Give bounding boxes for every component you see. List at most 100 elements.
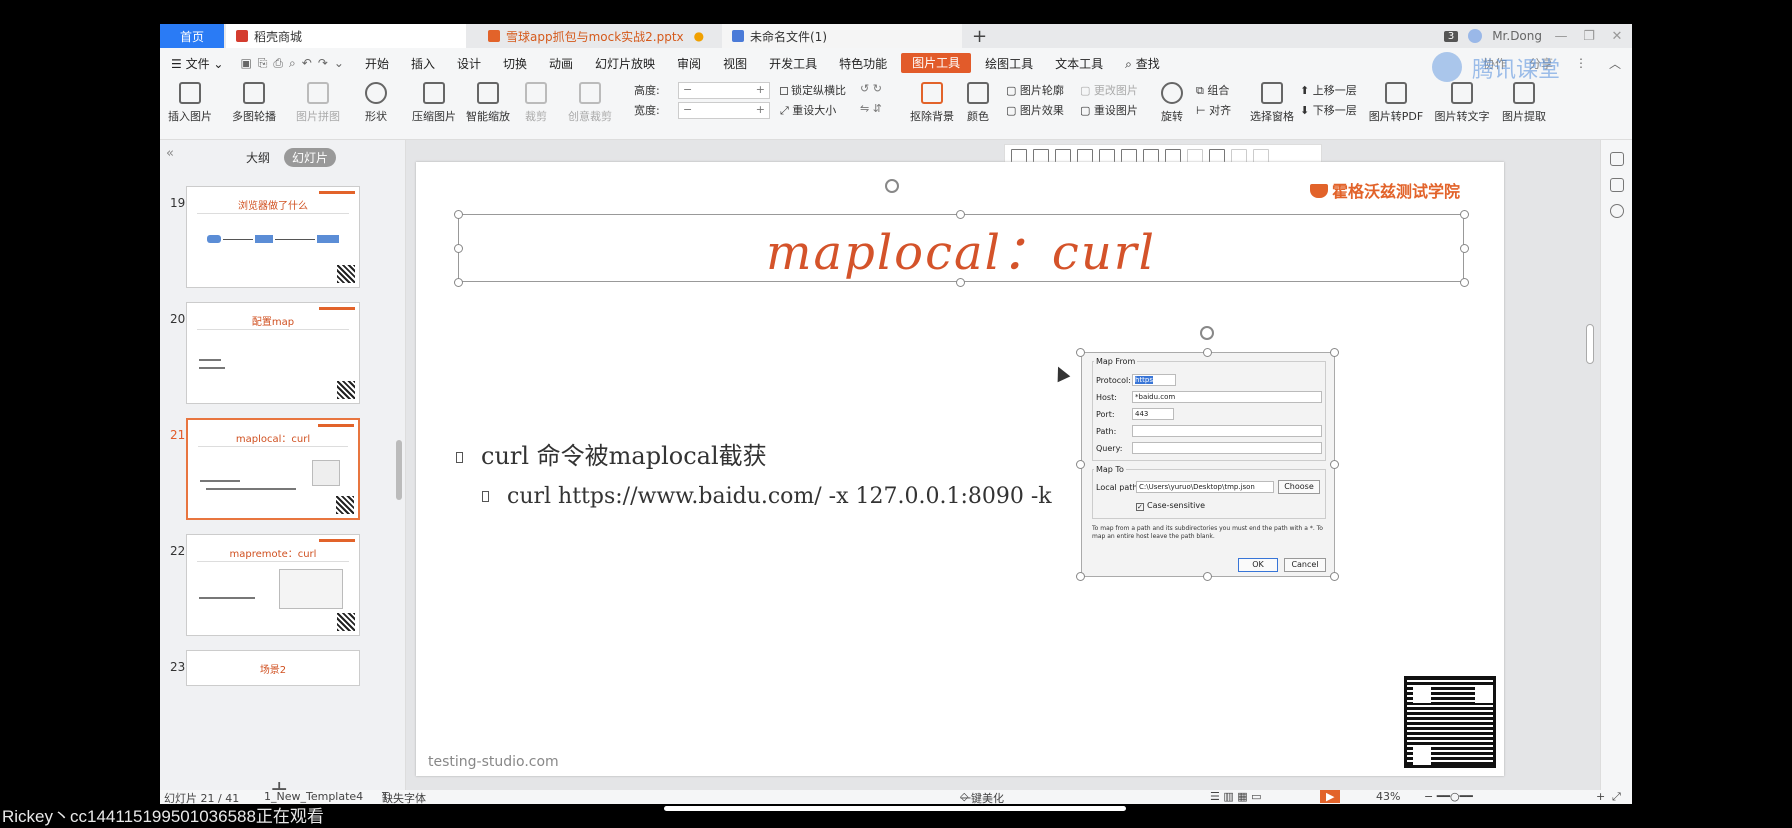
crop-button[interactable]: 裁剪: [516, 82, 556, 124]
menu-start[interactable]: 开始: [354, 55, 400, 72]
resize-handle[interactable]: [1330, 348, 1339, 357]
choose-button[interactable]: Choose: [1278, 480, 1320, 494]
search-box[interactable]: ⌕ 查找: [1114, 55, 1171, 72]
dialog-rotate-handle-icon[interactable]: [1200, 326, 1214, 340]
customize-icon[interactable]: ⌄: [334, 56, 344, 71]
export-pdf-icon[interactable]: ⎘: [258, 56, 268, 71]
tab-store[interactable]: 稻壳商城: [226, 24, 466, 48]
avatar[interactable]: [1468, 29, 1483, 43]
local-path-field[interactable]: C:\Users\yuruo\Desktop\tmp.json: [1136, 481, 1274, 493]
combine-button[interactable]: ⧉ 组合: [1196, 82, 1229, 98]
resize-handle[interactable]: [1203, 572, 1212, 581]
color-button[interactable]: 颜色: [956, 82, 1000, 124]
rotate-left-icon[interactable]: ↺ ↻: [860, 82, 882, 95]
title-rotate-handle-icon[interactable]: [885, 179, 899, 193]
picture-puzzle-button[interactable]: 图片拼图: [288, 82, 348, 124]
ungroup-icon[interactable]: [1253, 149, 1269, 163]
send-backward-button[interactable]: ⬇ 下移一层: [1300, 102, 1357, 118]
menu-transition[interactable]: 切换: [492, 55, 538, 72]
protocol-select[interactable]: https: [1132, 374, 1176, 386]
compress-button[interactable]: 压缩图片: [404, 82, 464, 124]
bring-forward-button[interactable]: ⬆ 上移一层: [1300, 82, 1357, 98]
fit-window-icon[interactable]: ⤢: [1612, 790, 1621, 804]
lock-ratio-checkbox[interactable]: 锁定纵横比: [780, 82, 846, 98]
menu-animation[interactable]: 动画: [538, 55, 584, 72]
slide-title[interactable]: maplocal：curl: [458, 214, 1464, 282]
menu-insert[interactable]: 插入: [400, 55, 446, 72]
window-count-badge[interactable]: 3: [1443, 30, 1459, 42]
align-button[interactable]: ⊢ 对齐: [1196, 102, 1231, 118]
print-icon[interactable]: ⎙: [273, 56, 283, 71]
equal-spacing-icon[interactable]: [1187, 149, 1203, 163]
shape-button[interactable]: 形状: [346, 82, 406, 124]
selection-pane-button[interactable]: 选择窗格: [1242, 82, 1302, 124]
bullet-1[interactable]: curl 命令被maplocal截获: [456, 436, 767, 471]
align-top-icon[interactable]: [1077, 149, 1093, 163]
picture-outline-button[interactable]: ▢ 图片轮廓: [1006, 82, 1064, 98]
collapse-panel-icon[interactable]: «: [166, 146, 174, 161]
picture-to-text-button[interactable]: 图片转文字: [1432, 82, 1492, 124]
resize-handle[interactable]: [1076, 572, 1085, 581]
menu-review[interactable]: 审阅: [666, 55, 712, 72]
view-buttons[interactable]: ☰ ▥ ▦ ▭: [1210, 790, 1262, 803]
resize-handle[interactable]: [454, 244, 463, 253]
resize-handle[interactable]: [1076, 348, 1085, 357]
distribute-horizontal-icon[interactable]: [1143, 149, 1159, 163]
help-icon[interactable]: [1609, 204, 1624, 218]
zoom-in-icon[interactable]: +: [1596, 790, 1605, 803]
canvas-scrollbar[interactable]: [1586, 324, 1594, 364]
path-field[interactable]: [1132, 425, 1322, 437]
resize-handle[interactable]: [1460, 210, 1469, 219]
width-input[interactable]: − +: [678, 102, 770, 119]
creative-crop-button[interactable]: 创意裁剪: [560, 82, 620, 124]
height-input[interactable]: − +: [678, 82, 770, 99]
undo-icon[interactable]: ↶: [302, 56, 312, 71]
remove-background-button[interactable]: 抠除背景: [902, 82, 962, 124]
tab-pptx[interactable]: 雪球app抓包与mock实战2.pptx ●: [478, 24, 718, 48]
menu-features[interactable]: 特色功能: [828, 55, 898, 72]
host-field[interactable]: *baidu.com: [1132, 391, 1322, 403]
align-center-icon[interactable]: [1033, 149, 1049, 163]
resize-handle[interactable]: [1460, 244, 1469, 253]
width-plus-icon[interactable]: +: [756, 103, 765, 116]
resize-handle[interactable]: [1460, 278, 1469, 287]
port-field[interactable]: 443: [1132, 408, 1174, 420]
collapse-ribbon-icon[interactable]: ︿: [1598, 55, 1632, 72]
width-minus-icon[interactable]: −: [683, 103, 692, 116]
restore-icon[interactable]: ❐: [1580, 29, 1598, 44]
tab-outline[interactable]: 大纲: [238, 148, 278, 167]
close-icon[interactable]: ✕: [1608, 29, 1626, 44]
tab-slides[interactable]: 幻灯片: [284, 148, 337, 167]
height-plus-icon[interactable]: +: [756, 83, 765, 96]
animation-star-icon[interactable]: [1609, 178, 1624, 192]
align-left-icon[interactable]: [1011, 149, 1027, 163]
distribute-vertical-icon[interactable]: [1165, 149, 1181, 163]
reset-picture-button[interactable]: ▢ 重设图片: [1080, 102, 1138, 118]
smart-zoom-button[interactable]: 智能缩放: [458, 82, 518, 124]
menu-view[interactable]: 视图: [712, 55, 758, 72]
menu-developer[interactable]: 开发工具: [758, 55, 828, 72]
height-minus-icon[interactable]: −: [683, 83, 692, 96]
resize-handle[interactable]: [1076, 460, 1085, 469]
zoom-level[interactable]: 43%: [1376, 790, 1400, 803]
case-sensitive-checkbox[interactable]: ✓ Case-sensitive: [1136, 501, 1205, 511]
resize-handle[interactable]: [1330, 460, 1339, 469]
menu-design[interactable]: 设计: [446, 55, 492, 72]
menu-text-tools[interactable]: 文本工具: [1044, 55, 1114, 72]
fit-slide-icon[interactable]: [1209, 149, 1225, 163]
settings-sliders-icon[interactable]: [1609, 152, 1624, 166]
new-tab-button[interactable]: +: [972, 26, 987, 47]
insert-picture-button[interactable]: 插入图片: [160, 82, 220, 124]
align-right-icon[interactable]: [1055, 149, 1071, 163]
current-slide[interactable]: 霍格沃兹测试学院 maplocal：curl curl 命令被maplocal截…: [416, 162, 1504, 776]
flip-icon[interactable]: ⇋ ⇵: [860, 102, 882, 115]
reset-size-button[interactable]: ⤢ 重设大小: [780, 102, 836, 118]
save-icon[interactable]: ▣: [240, 56, 251, 71]
cancel-button[interactable]: Cancel: [1284, 558, 1326, 572]
panel-scrollbar[interactable]: [396, 440, 402, 500]
align-bottom-icon[interactable]: [1121, 149, 1137, 163]
resize-handle[interactable]: [454, 210, 463, 219]
file-menu[interactable]: ☰ 文件 ⌄: [160, 55, 234, 72]
rotate-button[interactable]: 旋转: [1150, 82, 1194, 124]
resize-handle[interactable]: [454, 278, 463, 287]
